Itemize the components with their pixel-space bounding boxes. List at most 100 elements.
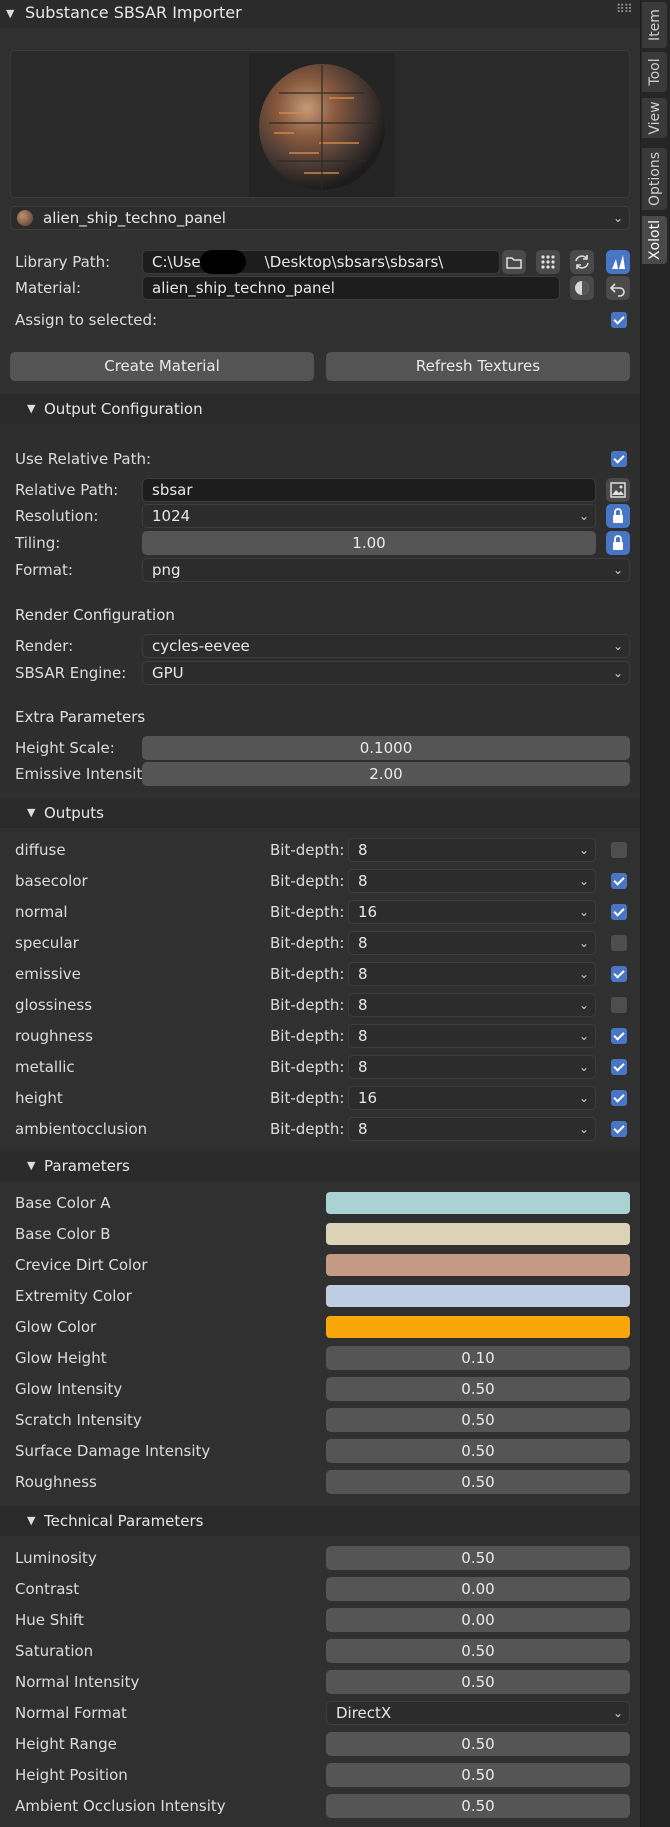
bit-depth-dropdown[interactable]: 8 ⌄ (348, 1117, 596, 1141)
bit-depth-label: Bit-depth: (270, 934, 345, 952)
format-dropdown[interactable]: png ⌄ (142, 558, 630, 582)
tiling-slider[interactable]: 1.00 (142, 531, 596, 555)
output-name: emissive (15, 965, 81, 983)
grid-dots-icon[interactable] (536, 250, 560, 274)
bit-depth-dropdown[interactable]: 8 ⌄ (348, 931, 596, 955)
param-slider[interactable]: 0.50 (326, 1470, 630, 1494)
tech-label: Normal Intensity (15, 1673, 140, 1691)
chevron-down-icon: ⌄ (578, 509, 589, 523)
format-label: Format: (15, 561, 73, 579)
color-swatch[interactable] (326, 1223, 630, 1245)
side-tab-2[interactable]: View (642, 98, 667, 138)
output-checkbox[interactable] (611, 873, 627, 889)
param-slider[interactable]: 0.50 (326, 1377, 630, 1401)
material-input[interactable]: alien_ship_techno_panel (142, 276, 560, 300)
bit-depth-dropdown[interactable]: 16 ⌄ (348, 900, 596, 924)
bit-depth-dropdown[interactable]: 8 ⌄ (348, 993, 596, 1017)
bit-depth-dropdown[interactable]: 8 ⌄ (348, 869, 596, 893)
tech-slider[interactable]: 0.00 (326, 1608, 630, 1632)
technical-header[interactable]: ▼ Technical Parameters (0, 1506, 640, 1536)
image-icon[interactable] (606, 478, 630, 502)
undo-icon[interactable] (606, 276, 630, 300)
create-material-button[interactable]: Create Material (10, 352, 314, 381)
tech-slider[interactable]: 0.50 (326, 1546, 630, 1570)
assign-checkbox[interactable] (611, 312, 627, 328)
folder-icon[interactable] (502, 250, 526, 274)
output-checkbox[interactable] (611, 997, 627, 1013)
bit-depth-dropdown[interactable]: 8 ⌄ (348, 1055, 596, 1079)
tech-slider[interactable]: 0.00 (326, 1577, 630, 1601)
tech-slider[interactable]: 0.50 (326, 1794, 630, 1818)
material-preview-image (249, 53, 395, 197)
output-name: diffuse (15, 841, 66, 859)
color-swatch[interactable] (326, 1285, 630, 1307)
drag-handle-icon[interactable]: ⠿⠿ (616, 2, 633, 16)
bit-depth-dropdown[interactable]: 8 ⌄ (348, 962, 596, 986)
collapse-arrow-icon: ▼ (27, 1514, 36, 1527)
library-path-input[interactable]: C:\Users\ \Desktop\sbsars\sbsars\ (142, 250, 500, 274)
side-tab-0[interactable]: Item (642, 2, 667, 48)
tech-slider[interactable]: 0.50 (326, 1763, 630, 1787)
side-tab-label: Item (646, 9, 663, 41)
tech-slider[interactable]: 0.50 (326, 1639, 630, 1663)
param-label: Surface Damage Intensity (15, 1442, 211, 1460)
bit-depth-value: 16 (358, 1089, 378, 1107)
bit-depth-dropdown[interactable]: 8 ⌄ (348, 838, 596, 862)
param-slider[interactable]: 0.50 (326, 1408, 630, 1432)
material-browse-icon[interactable] (570, 276, 594, 300)
render-dropdown[interactable]: cycles-eevee ⌄ (142, 634, 630, 658)
chevron-down-icon: ⌄ (578, 1029, 589, 1043)
output-checkbox[interactable] (611, 904, 627, 920)
refresh-textures-button[interactable]: Refresh Textures (326, 352, 630, 381)
outputs-header[interactable]: ▼ Outputs (0, 798, 640, 828)
output-checkbox[interactable] (611, 1028, 627, 1044)
engine-dropdown[interactable]: GPU ⌄ (142, 661, 630, 685)
bit-depth-dropdown[interactable]: 16 ⌄ (348, 1086, 596, 1110)
output-config-header[interactable]: ▼ Output Configuration (0, 394, 640, 424)
output-checkbox[interactable] (611, 1090, 627, 1106)
material-preset-dropdown[interactable]: alien_ship_techno_panel ⌄ (10, 206, 630, 230)
emissive-slider[interactable]: 2.00 (142, 762, 630, 786)
chevron-down-icon: ⌄ (578, 998, 589, 1012)
tech-label: Height Range (15, 1735, 117, 1753)
color-swatch[interactable] (326, 1254, 630, 1276)
lock-icon[interactable] (606, 531, 630, 555)
bit-depth-value: 8 (358, 1120, 368, 1138)
use-relative-checkbox[interactable] (611, 451, 627, 467)
refresh-icon[interactable] (570, 250, 594, 274)
substance-logo-icon[interactable] (606, 250, 630, 274)
param-slider[interactable]: 0.10 (326, 1346, 630, 1370)
param-label: Extremity Color (15, 1287, 132, 1305)
output-checkbox[interactable] (611, 842, 627, 858)
tech-slider[interactable]: 0.50 (326, 1670, 630, 1694)
bit-depth-value: 8 (358, 934, 368, 952)
bit-depth-label: Bit-depth: (270, 1027, 345, 1045)
normal-format-dropdown[interactable]: DirectX ⌄ (326, 1701, 630, 1725)
bit-depth-dropdown[interactable]: 8 ⌄ (348, 1024, 596, 1048)
chevron-down-icon: ⌄ (612, 666, 623, 680)
output-checkbox[interactable] (611, 935, 627, 951)
bit-depth-value: 8 (358, 1027, 368, 1045)
color-swatch[interactable] (326, 1192, 630, 1214)
side-tab-label: View (646, 101, 663, 135)
tech-label: Height Position (15, 1766, 128, 1784)
parameters-header[interactable]: ▼ Parameters (0, 1151, 640, 1181)
tech-slider[interactable]: 0.50 (326, 1732, 630, 1756)
color-swatch[interactable] (326, 1316, 630, 1338)
render-config-heading: Render Configuration (15, 606, 175, 624)
chevron-down-icon: ⌄ (612, 1706, 623, 1720)
tech-label: Ambient Occlusion Intensity (15, 1797, 226, 1815)
side-tab-1[interactable]: Tool (642, 52, 667, 92)
panel-header[interactable]: ▼ Substance SBSAR Importer ⠿⠿ (0, 0, 640, 28)
output-checkbox[interactable] (611, 1121, 627, 1137)
param-slider[interactable]: 0.50 (326, 1439, 630, 1463)
height-scale-slider[interactable]: 0.1000 (142, 736, 630, 760)
resolution-dropdown[interactable]: 1024 ⌄ (142, 504, 596, 528)
side-tab-4[interactable]: Xolotl (642, 216, 667, 264)
relative-path-input[interactable]: sbsar (142, 478, 596, 502)
side-tab-3[interactable]: Options (642, 148, 667, 210)
lock-icon[interactable] (606, 504, 630, 528)
library-path-label: Library Path: (15, 253, 111, 271)
output-checkbox[interactable] (611, 966, 627, 982)
output-checkbox[interactable] (611, 1059, 627, 1075)
